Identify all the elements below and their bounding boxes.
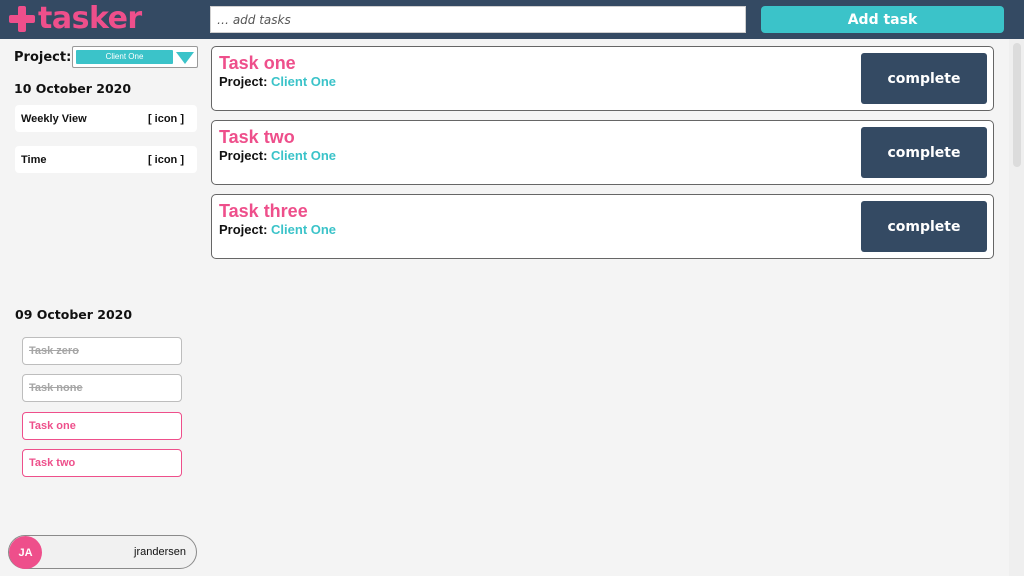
user-menu[interactable]: JA jrandersen bbox=[8, 535, 197, 569]
task-project-label: Project: bbox=[219, 74, 268, 89]
project-label: Project: bbox=[14, 49, 72, 65]
time-label: Time bbox=[21, 153, 47, 166]
project-dropdown-value: Client One bbox=[76, 50, 173, 64]
history-task-item[interactable]: Task none bbox=[22, 374, 182, 402]
task-title: Task three bbox=[219, 201, 308, 221]
task-project: Project: Client One bbox=[219, 222, 336, 237]
task-project-label: Project: bbox=[219, 222, 268, 237]
history-task-item[interactable]: Task zero bbox=[22, 337, 182, 365]
chevron-down-icon bbox=[176, 52, 194, 64]
task-project-label: Project: bbox=[219, 148, 268, 163]
task-project: Project: Client One bbox=[219, 148, 336, 163]
app-logo[interactable]: tasker bbox=[9, 4, 142, 34]
username: jrandersen bbox=[134, 546, 186, 558]
today-date-heading: 10 October 2020 bbox=[14, 81, 132, 96]
complete-button[interactable]: complete bbox=[861, 53, 987, 104]
task-card: Task two Project: Client One complete bbox=[211, 120, 994, 185]
history-task-item[interactable]: Task one bbox=[22, 412, 182, 440]
complete-button[interactable]: complete bbox=[861, 201, 987, 252]
project-selector-row: Project: Client One bbox=[14, 46, 198, 68]
weekly-view-icon: [ icon ] bbox=[147, 112, 184, 125]
weekly-view-card[interactable]: Weekly View [ icon ] bbox=[15, 105, 197, 132]
history-task-item[interactable]: Task two bbox=[22, 449, 182, 477]
task-card: Task three Project: Client One complete bbox=[211, 194, 994, 259]
task-project-value: Client One bbox=[271, 222, 337, 237]
add-task-button[interactable]: Add task bbox=[761, 6, 1004, 33]
avatar: JA bbox=[9, 536, 42, 569]
time-card[interactable]: Time [ icon ] bbox=[15, 146, 197, 173]
time-icon: [ icon ] bbox=[147, 153, 184, 166]
task-project: Project: Client One bbox=[219, 74, 336, 89]
add-task-input[interactable] bbox=[210, 6, 746, 33]
task-project-value: Client One bbox=[271, 148, 337, 163]
complete-button[interactable]: complete bbox=[861, 127, 987, 178]
project-dropdown[interactable]: Client One bbox=[72, 46, 198, 68]
scrollbar-thumb[interactable] bbox=[1013, 43, 1021, 167]
logo-text: tasker bbox=[38, 1, 142, 36]
task-title: Task one bbox=[219, 53, 296, 73]
plus-icon bbox=[9, 6, 35, 32]
task-card: Task one Project: Client One complete bbox=[211, 46, 994, 111]
task-title: Task two bbox=[219, 127, 295, 147]
top-bar: tasker Add task bbox=[0, 0, 1024, 39]
weekly-view-label: Weekly View bbox=[21, 112, 87, 125]
task-project-value: Client One bbox=[271, 74, 337, 89]
previous-date-heading: 09 October 2020 bbox=[15, 307, 133, 322]
